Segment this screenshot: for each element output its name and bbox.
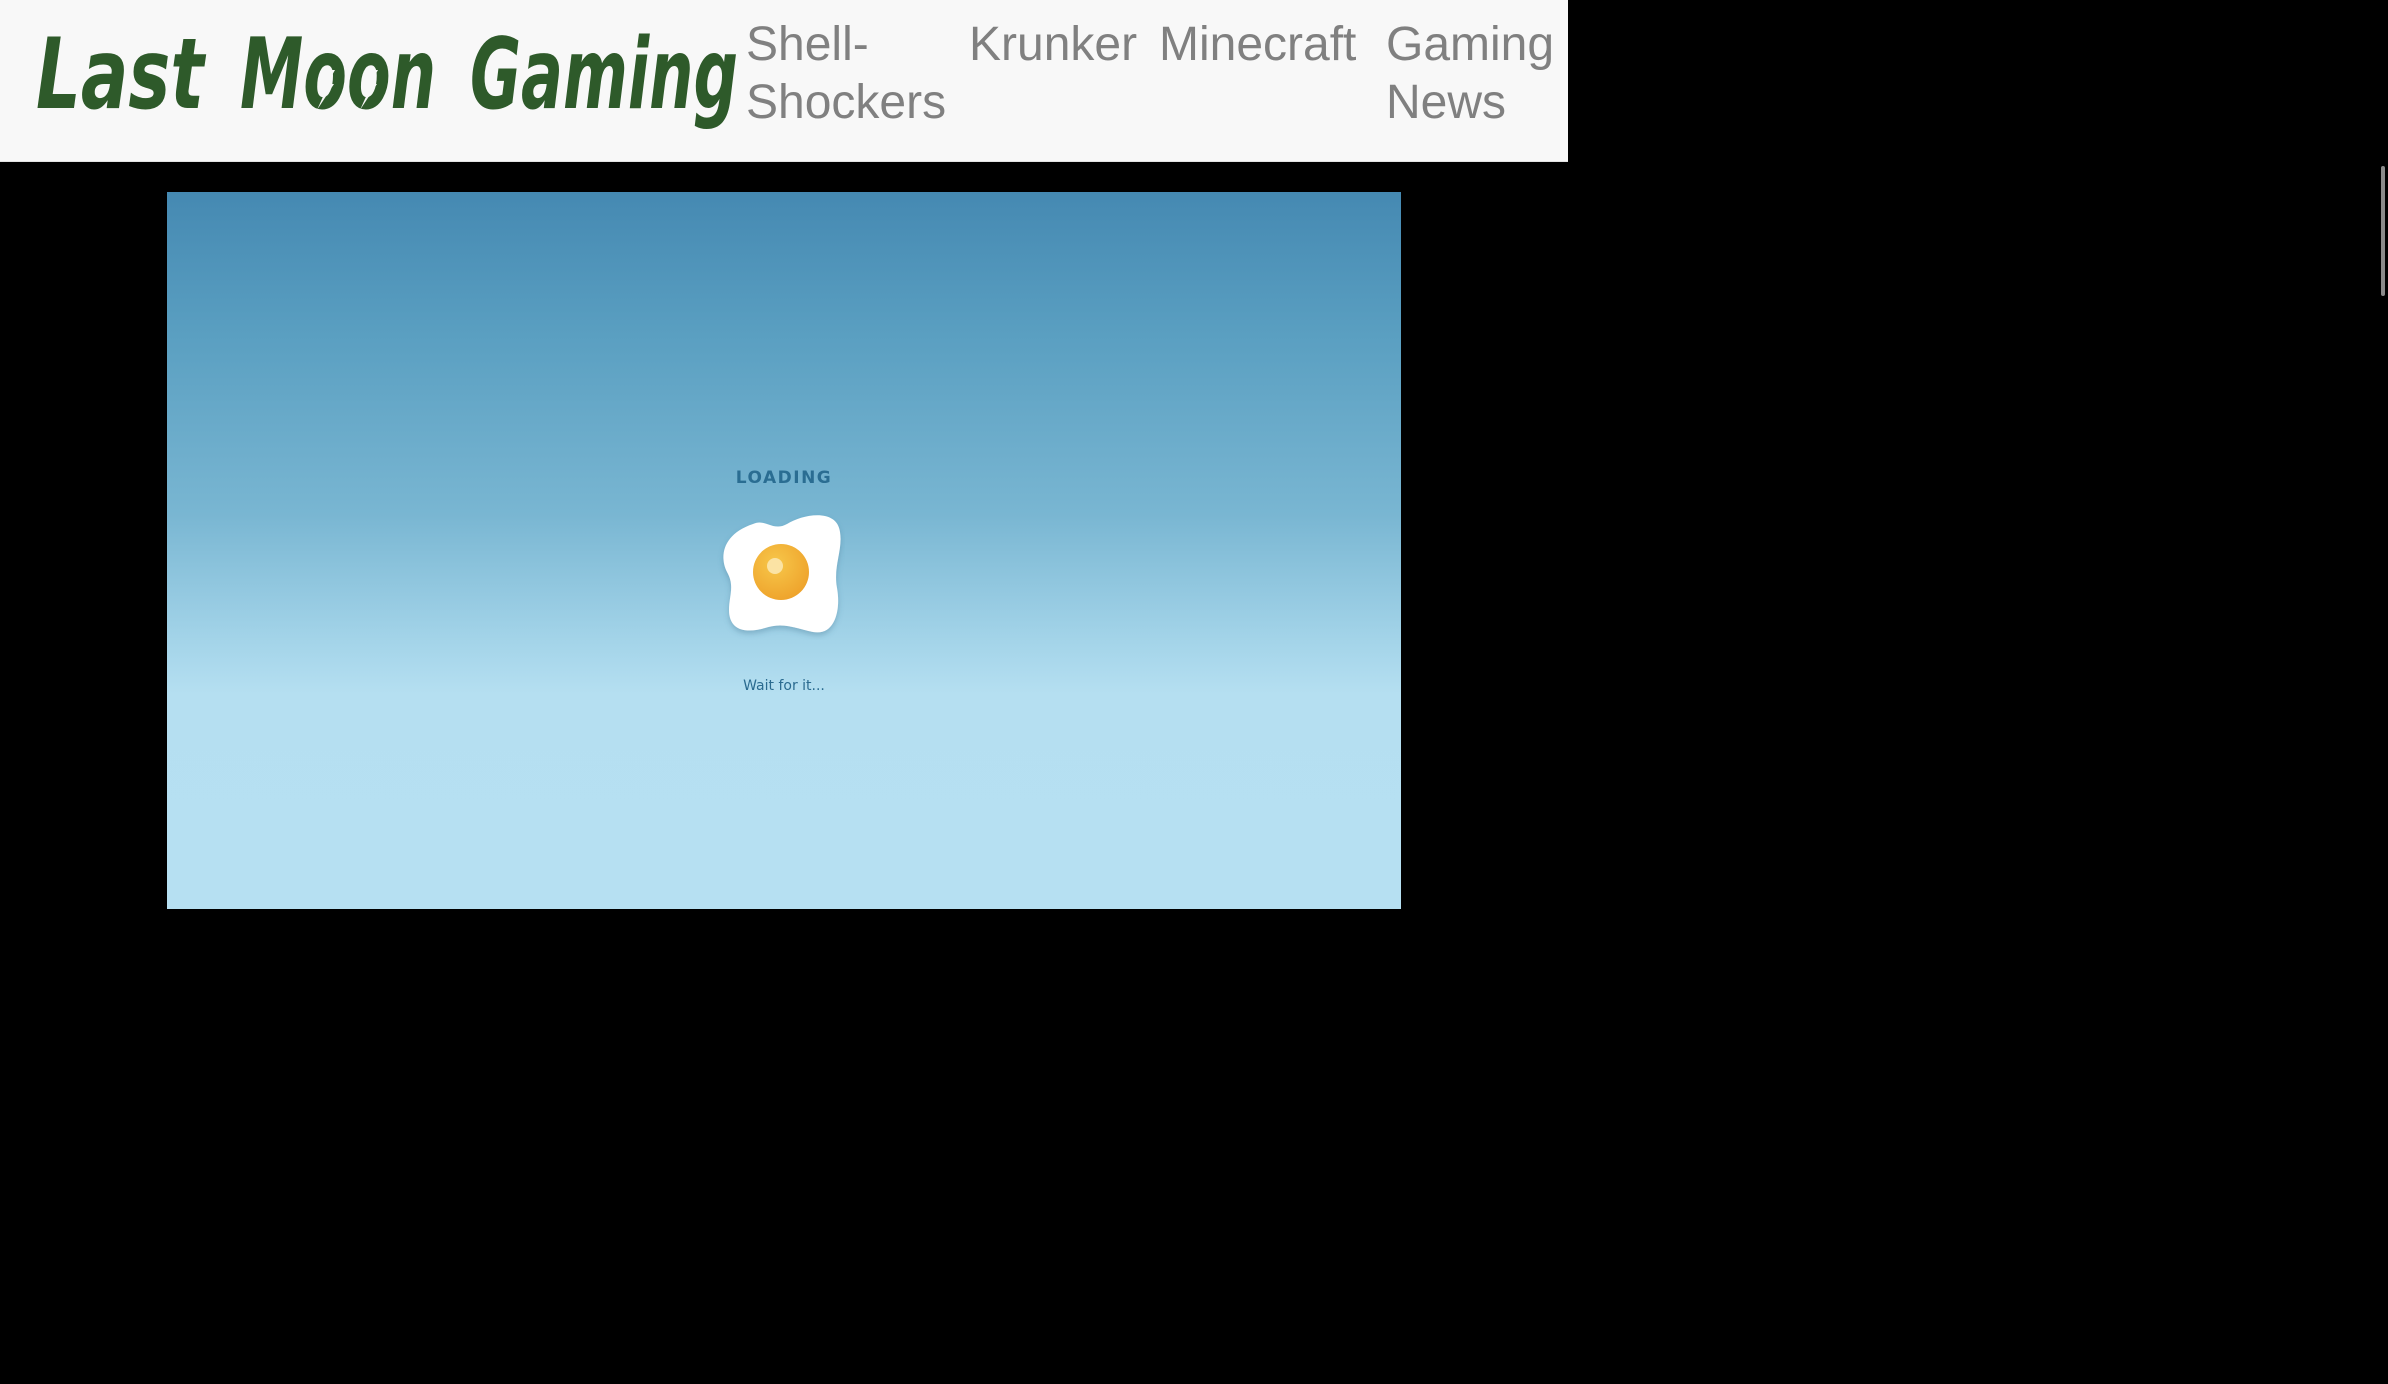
scrollbar[interactable] — [2381, 166, 2385, 296]
nav-krunker[interactable]: Krunker — [969, 16, 1137, 74]
navbar: Last Moon Gaming Shell- Shockers Krunker … — [0, 0, 1568, 162]
nav-shell-shockers[interactable]: Shell- Shockers — [746, 16, 966, 132]
loading-title: LOADING — [735, 468, 833, 488]
logo-wordmark: Last Moon Gaming — [36, 18, 738, 132]
site-logo[interactable]: Last Moon Gaming — [36, 18, 742, 134]
svg-text:Moon: Moon — [240, 18, 436, 132]
game-frame[interactable]: LOADING Wait for it... — [167, 192, 1401, 909]
nav-minecraft[interactable]: Minecraft — [1159, 16, 1356, 74]
svg-text:Gaming: Gaming — [470, 18, 738, 132]
wait-text: Wait for it... — [743, 678, 825, 694]
fried-egg-icon — [723, 515, 841, 633]
nav-gaming-news[interactable]: Gaming News — [1386, 16, 1566, 132]
svg-text:Last: Last — [36, 18, 206, 132]
